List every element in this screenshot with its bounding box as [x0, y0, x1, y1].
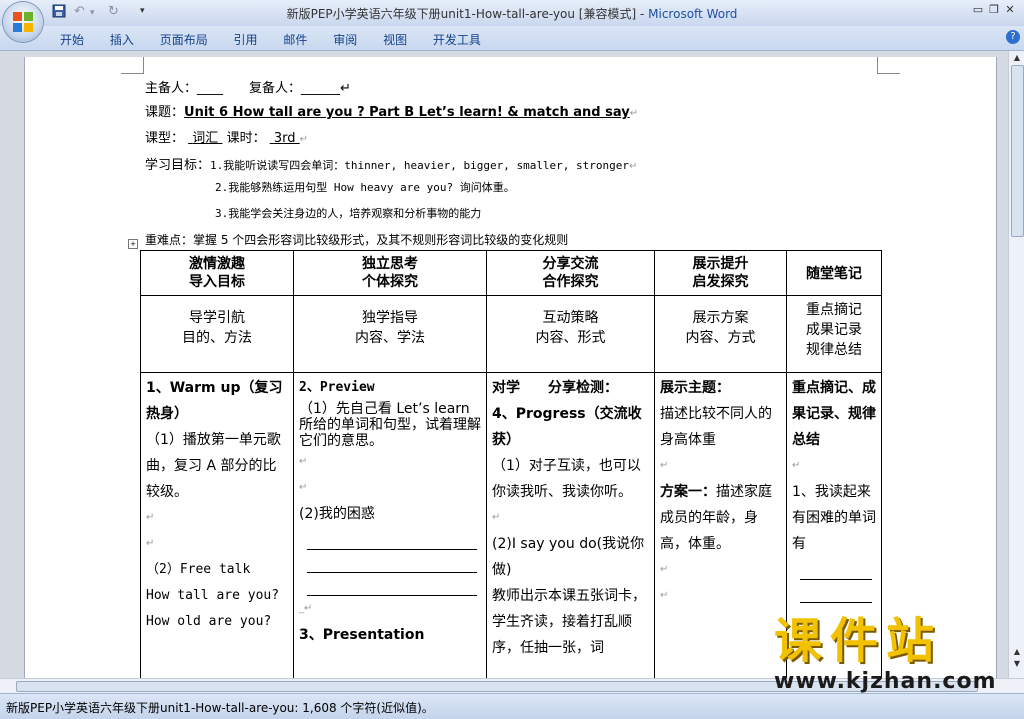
prev-page-icon[interactable]: ▲: [1011, 647, 1023, 657]
status-text: 新版PEP小学英语六年级下册unit1-How-tall-are-you: 1,…: [6, 701, 434, 715]
table-header-cell: 随堂笔记: [786, 250, 882, 296]
crop-mark: [121, 57, 144, 74]
table-cell-presentation: 展示主题： 描述比较不同人的身高体重 ↵ 方案一：描述家庭成员的年龄，身高，体重…: [654, 372, 787, 678]
close-button[interactable]: ✕: [1002, 3, 1018, 16]
kjzhan-watermark: 课件站 www.kjzhan.com: [774, 613, 997, 694]
key-points-line: 重难点：掌握 5 个四会形容词比较级形式，及其不规则形容词比较级的变化规则: [145, 233, 569, 247]
tab-developer[interactable]: 开发工具: [433, 31, 481, 48]
office-logo-icon: [13, 12, 33, 32]
tab-review[interactable]: 审阅: [333, 31, 357, 48]
minimize-button[interactable]: ▭: [970, 3, 986, 16]
table-subheader-cell: 重点摘记 成果记录 规律总结: [786, 295, 882, 373]
office-button[interactable]: [3, 2, 43, 42]
table-subheader-cell: 导学引航 目的、方法: [140, 295, 294, 373]
table-cell-preview: 2、Preview （1）先自己看 Let’s learn 所给的单词和句型，试…: [293, 372, 487, 678]
table-cell-progress: 对学 分享检测： 4、Progress（交流收获） （1）对子互读，也可以你读我…: [486, 372, 655, 678]
tab-mailings[interactable]: 邮件: [283, 31, 307, 48]
blank-line: [307, 562, 477, 573]
window-controls: ▭ ❐ ✕: [970, 3, 1018, 16]
vertical-scroll-thumb[interactable]: [1011, 65, 1024, 237]
lesson-table: 激情激趣 导入目标 独立思考 个体探究 分享交流 合作探究 展示提升 启发探究 随堂笔记…: [140, 250, 882, 678]
topic-line: 课题：Unit 6 How tall are you ? Part B Let’…: [145, 105, 639, 120]
table-header-cell: 分享交流 合作探究: [486, 250, 655, 296]
table-row: 1、Warm up（复习热身） （1）播放第一单元歌曲，复习 A 部分的比较级。…: [140, 372, 882, 678]
scroll-up-icon[interactable]: ▲: [1011, 53, 1023, 63]
table-cell-warmup: 1、Warm up（复习热身） （1）播放第一单元歌曲，复习 A 部分的比较级。…: [140, 372, 294, 678]
blank-line: [307, 539, 477, 550]
type-line: 课型： 词汇 课时： 3rd ↵: [145, 131, 309, 146]
ribbon: 开始 插入 页面布局 引用 邮件 审阅 视图 开发工具 ?: [0, 26, 1024, 51]
blank-line: [800, 592, 872, 603]
title-bar: ↶ ▾ ↻ ▾ 新版PEP小学英语六年级下册unit1-How-tall-are…: [0, 0, 1024, 26]
blank-line: [307, 585, 477, 596]
preparer-line: 主备人：____ 复备人：______↵: [145, 81, 351, 96]
table-subheader-cell: 互动策略 内容、形式: [486, 295, 655, 373]
table-move-handle-icon[interactable]: +: [128, 239, 138, 249]
tab-page-layout[interactable]: 页面布局: [160, 31, 208, 48]
crop-mark: [877, 57, 900, 74]
vertical-scrollbar[interactable]: ▲ ▲ ▼: [1008, 51, 1024, 678]
tab-view[interactable]: 视图: [383, 31, 407, 48]
table-subheader-cell: 展示方案 内容、方式: [654, 295, 787, 373]
restore-button[interactable]: ❐: [986, 3, 1002, 16]
document-page[interactable]: 主备人：____ 复备人：______↵ 课题：Unit 6 How tall …: [24, 57, 997, 678]
goal-line-3: 3.我能学会关注身边的人，培养观察和分析事物的能力: [215, 207, 482, 220]
tab-references[interactable]: 引用: [234, 31, 258, 48]
ribbon-tabs: 开始 插入 页面布局 引用 邮件 审阅 视图 开发工具: [48, 31, 503, 48]
table-subheader-row: 导学引航 目的、方法 独学指导 内容、学法 互动策略 内容、形式 展示方案 内容、方式 …: [140, 295, 882, 373]
tab-home[interactable]: 开始: [60, 31, 84, 48]
goal-line-2: 2.我能够熟练运用句型 How heavy are you? 询问体重。: [215, 181, 515, 194]
status-bar: 新版PEP小学英语六年级下册unit1-How-tall-are-you: 1,…: [0, 693, 1024, 719]
table-header-cell: 激情激趣 导入目标: [140, 250, 294, 296]
document-area: 主备人：____ 复备人：______↵ 课题：Unit 6 How tall …: [0, 51, 1008, 678]
table-header-cell: 展示提升 启发探究: [654, 250, 787, 296]
tab-insert[interactable]: 插入: [110, 31, 134, 48]
window-title: 新版PEP小学英语六年级下册unit1-How-tall-are-you [兼容…: [286, 7, 738, 21]
table-subheader-cell: 独学指导 内容、学法: [293, 295, 487, 373]
table-header-row: 激情激趣 导入目标 独立思考 个体探究 分享交流 合作探究 展示提升 启发探究 随堂笔记: [140, 250, 882, 296]
table-header-cell: 独立思考 个体探究: [293, 250, 487, 296]
goal-line-1: 学习目标：1.我能听说读写四会单词：thinner, heavier, bigg…: [145, 158, 638, 173]
blank-line: [800, 569, 872, 580]
help-icon[interactable]: ?: [1006, 30, 1020, 44]
next-page-icon[interactable]: ▼: [1011, 659, 1023, 669]
